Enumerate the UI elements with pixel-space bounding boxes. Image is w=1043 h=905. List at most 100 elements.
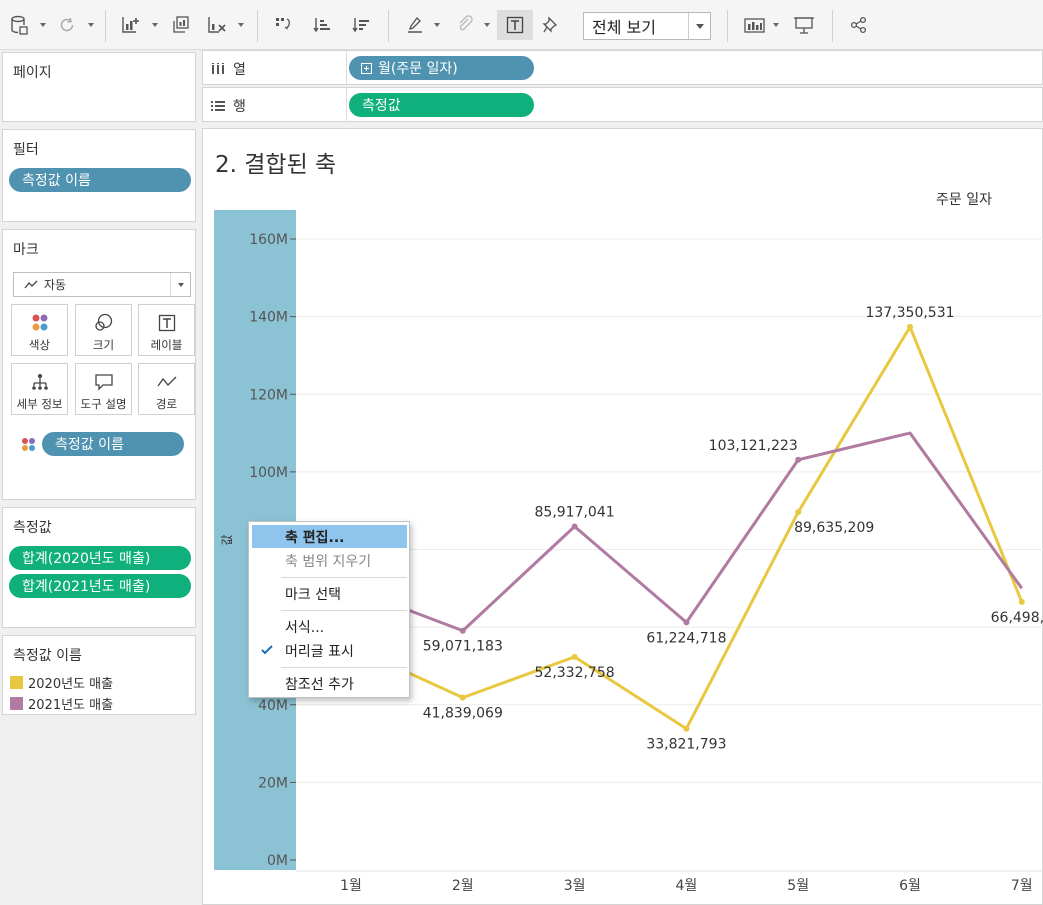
series-line-2021[interactable] — [350, 431, 1024, 633]
filter-pill[interactable]: 측정값 이름 — [9, 168, 191, 192]
chevron-down-icon[interactable] — [482, 10, 492, 40]
data-point[interactable] — [795, 509, 802, 516]
filters-pane[interactable]: 필터 측정값 이름 — [2, 129, 196, 222]
data-point[interactable] — [571, 523, 578, 530]
x-tick-label: 7월 — [1011, 878, 1033, 894]
menu-show-header[interactable]: 머리글 표시 — [252, 639, 407, 662]
chevron-down-icon[interactable] — [236, 10, 246, 40]
chevron-down-icon[interactable] — [688, 13, 710, 39]
pin-icon[interactable] — [538, 10, 564, 40]
columns-pill-label: 월(주문 일자) — [378, 61, 458, 77]
new-worksheet-icon[interactable] — [118, 10, 144, 40]
detail-icon — [31, 368, 49, 396]
menu-clear-axis-range[interactable]: 축 범위 지우기 — [252, 549, 407, 572]
clear-icon[interactable] — [204, 10, 230, 40]
mark-type-value: 자동 — [44, 278, 67, 292]
measure-pill-2021[interactable]: 합계(2021년도 매출) — [9, 574, 191, 598]
rows-label: 행 — [233, 99, 246, 115]
menu-select-marks[interactable]: 마크 선택 — [252, 582, 407, 605]
data-point[interactable] — [459, 694, 466, 701]
tooltip-button[interactable]: 도구 설명 — [75, 363, 132, 415]
data-point[interactable] — [1018, 598, 1025, 605]
columns-pill[interactable]: 월(주문 일자) — [349, 56, 534, 80]
color-button[interactable]: 색상 — [11, 304, 68, 356]
series-line-2020[interactable] — [350, 325, 1024, 731]
toolbar-divider — [105, 10, 106, 42]
legend-item[interactable]: 2020년도 매출 — [10, 673, 113, 692]
column-header: 주문 일자 — [936, 192, 992, 208]
data-point[interactable] — [907, 323, 913, 330]
line-mark-icon — [24, 280, 38, 288]
y-tick-label: 100M — [249, 465, 288, 481]
view-fit-value: 전체 보기 — [592, 18, 656, 37]
label-icon[interactable] — [497, 10, 533, 40]
size-icon — [93, 309, 115, 337]
path-button[interactable]: 경로 — [138, 363, 195, 415]
color-mark-icon — [21, 437, 37, 457]
menu-separator — [281, 577, 407, 578]
sort-asc-icon[interactable] — [309, 10, 335, 40]
show-me-icon[interactable] — [741, 10, 769, 40]
text-icon — [158, 309, 176, 337]
x-tick-label: 3월 — [564, 878, 586, 894]
path-icon — [156, 368, 177, 396]
columns-shelf[interactable]: 열 월(주문 일자) — [202, 50, 1043, 85]
y-tick-label: 20M — [258, 775, 288, 791]
toolbar-divider — [832, 10, 833, 42]
menu-format[interactable]: 서식... — [252, 615, 407, 638]
datasource-icon[interactable] — [8, 10, 30, 40]
size-label: 크기 — [92, 338, 115, 352]
y-tick-label: 0M — [267, 853, 288, 869]
marks-title: 마크 — [13, 242, 39, 258]
measure-pill-2020[interactable]: 합계(2020년도 매출) — [9, 546, 191, 570]
size-button[interactable]: 크기 — [75, 304, 132, 356]
label-button[interactable]: 레이블 — [138, 304, 195, 356]
color-field-pill[interactable]: 측정값 이름 — [42, 432, 184, 456]
legend-item[interactable]: 2021년도 매출 — [10, 694, 113, 713]
view-fit-select[interactable]: 전체 보기 — [583, 12, 711, 40]
refresh-icon[interactable] — [56, 10, 78, 40]
share-icon[interactable] — [846, 10, 872, 40]
data-label: 41,839,069 — [423, 706, 503, 722]
data-point[interactable] — [571, 653, 578, 660]
chevron-down-icon[interactable] — [86, 10, 96, 40]
chevron-down-icon[interactable] — [170, 273, 190, 296]
data-point[interactable] — [795, 456, 802, 463]
sort-desc-icon[interactable] — [348, 10, 374, 40]
chevron-down-icon[interactable] — [432, 10, 442, 40]
path-label: 경로 — [155, 397, 178, 411]
chevron-down-icon[interactable] — [38, 10, 48, 40]
mark-type-select[interactable]: 자동 — [13, 272, 191, 297]
rows-pill[interactable]: 측정값 — [349, 93, 534, 117]
data-point[interactable] — [459, 627, 466, 634]
data-point[interactable] — [683, 619, 690, 626]
detail-button[interactable]: 세부 정보 — [11, 363, 68, 415]
line-chart: 주문 일자값0M20M40M60M80M100M120M140M160M1월2월… — [214, 192, 1043, 894]
presentation-icon[interactable] — [790, 10, 818, 40]
menu-edit-axis[interactable]: 축 편집... — [252, 525, 407, 548]
data-label: 137,350,531 — [865, 305, 954, 321]
x-tick-label: 2월 — [452, 878, 474, 894]
highlight-icon[interactable] — [402, 10, 428, 40]
data-point[interactable] — [683, 725, 690, 732]
filters-title: 필터 — [13, 142, 39, 158]
y-tick-label: 140M — [249, 310, 288, 326]
chevron-down-icon[interactable] — [150, 10, 160, 40]
pages-pane[interactable]: 페이지 — [2, 52, 196, 122]
x-tick-label: 1월 — [340, 878, 362, 894]
detail-label: 세부 정보 — [16, 397, 63, 411]
marks-pane: 마크 자동 색상 크기 레이블 세부 정보 도구 설명 경로 측정값 이름 — [2, 229, 196, 500]
rows-shelf-label: 행 — [211, 96, 246, 116]
color-legend: 측정값 이름 2020년도 매출 2021년도 매출 — [2, 635, 196, 715]
tooltip-label: 도구 설명 — [80, 397, 127, 411]
duplicate-icon[interactable] — [168, 10, 194, 40]
swap-icon[interactable] — [270, 10, 296, 40]
rows-shelf[interactable]: 행 측정값 — [202, 87, 1043, 122]
data-label: 85,917,041 — [535, 505, 615, 521]
chevron-down-icon[interactable] — [771, 10, 781, 40]
menu-separator — [281, 610, 407, 611]
group-icon[interactable] — [452, 10, 478, 40]
color-icon — [30, 309, 50, 337]
menu-add-reference-line[interactable]: 참조선 추가 — [252, 672, 407, 695]
legend-swatch — [10, 675, 23, 689]
